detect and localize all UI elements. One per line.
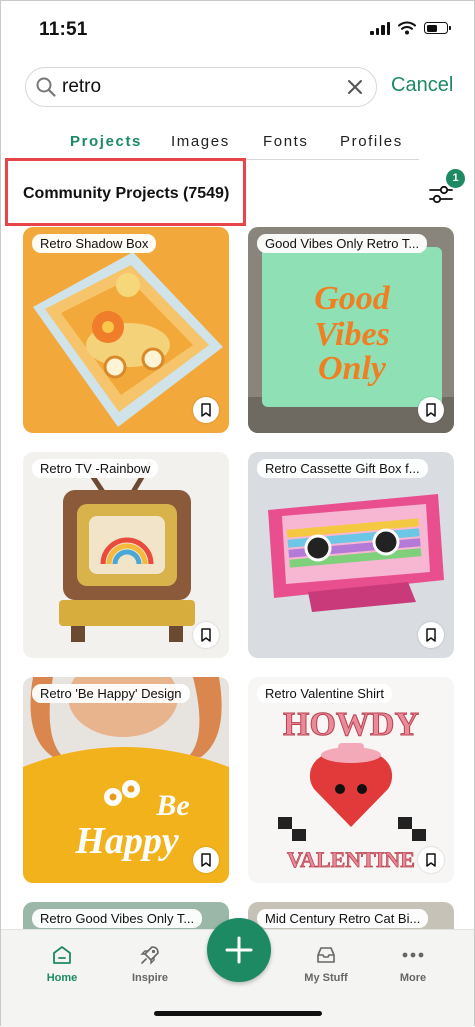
search-bar[interactable] (25, 67, 377, 107)
home-icon (53, 946, 71, 964)
nav-more[interactable]: More (378, 944, 448, 984)
nav-more-label: More (399, 972, 427, 984)
search-tabs: Projects Images Fonts Profiles (51, 125, 419, 160)
project-card[interactable]: Good Vibes Only Good Vibes Only Retro T.… (248, 227, 454, 433)
project-card[interactable]: Retro Good Vibes Only T... (23, 902, 229, 929)
project-card[interactable]: Retro TV -Rainbow (23, 452, 229, 658)
clear-search-icon[interactable] (346, 78, 364, 96)
bookmark-icon (201, 628, 211, 642)
bookmark-button[interactable] (418, 622, 444, 648)
nav-home[interactable]: Home (27, 944, 97, 984)
bookmark-button[interactable] (193, 397, 219, 423)
status-icons (370, 21, 451, 35)
svg-text:HOWDY: HOWDY (283, 706, 419, 743)
card-title: Retro Shadow Box (32, 234, 157, 253)
nav-my-stuff-label: My Stuff (304, 972, 348, 984)
bookmark-icon (426, 403, 436, 417)
nav-inspire-label: Inspire (131, 972, 169, 984)
tab-profiles[interactable]: Profiles (340, 133, 403, 150)
status-bar: 11:51 (1, 1, 474, 57)
battery-icon (424, 22, 451, 34)
bookmark-button[interactable] (418, 847, 444, 873)
home-indicator (154, 1011, 322, 1016)
project-card[interactable]: Be Happy Retro 'Be Happy' Design (23, 677, 229, 883)
filter-count-badge: 1 (446, 169, 465, 188)
cellular-signal-icon (370, 21, 390, 35)
nav-inspire[interactable]: Inspire (115, 944, 185, 984)
card-title: Retro Valentine Shirt (257, 684, 392, 703)
annotation-highlight-box (5, 158, 246, 226)
nav-my-stuff[interactable]: My Stuff (291, 944, 361, 984)
create-plus-button[interactable] (207, 918, 271, 982)
wifi-icon (398, 21, 416, 35)
card-title: Retro 'Be Happy' Design (32, 684, 190, 703)
svg-text:Vibes: Vibes (314, 316, 390, 353)
plus-icon (225, 936, 253, 964)
tab-fonts[interactable]: Fonts (263, 133, 309, 150)
rocket-icon (140, 946, 159, 965)
status-time: 11:51 (39, 19, 88, 40)
inbox-icon (317, 947, 335, 963)
bookmark-icon (426, 853, 436, 867)
card-title: Retro Good Vibes Only T... (32, 909, 203, 928)
nav-home-label: Home (46, 972, 78, 984)
bookmark-button[interactable] (418, 397, 444, 423)
card-title: Retro TV -Rainbow (32, 459, 159, 478)
bookmark-button[interactable] (193, 622, 219, 648)
svg-text:Only: Only (318, 350, 387, 387)
tab-images[interactable]: Images (171, 133, 230, 150)
bookmark-icon (426, 628, 436, 642)
tab-projects[interactable]: Projects (70, 133, 142, 150)
svg-text:Good: Good (314, 280, 391, 317)
search-input[interactable] (62, 74, 332, 100)
more-dots-icon (402, 952, 424, 958)
project-card[interactable]: Retro Shadow Box (23, 227, 229, 433)
cancel-button[interactable]: Cancel (391, 74, 453, 97)
svg-text:Happy: Happy (74, 820, 179, 862)
search-icon (36, 77, 56, 97)
card-title: Mid Century Retro Cat Bi... (257, 909, 429, 928)
project-card[interactable]: Retro Cassette Gift Box f... (248, 452, 454, 658)
card-title: Retro Cassette Gift Box f... (257, 459, 428, 478)
bookmark-button[interactable] (193, 847, 219, 873)
svg-text:VALENTINE: VALENTINE (287, 847, 415, 872)
bookmark-icon (201, 403, 211, 417)
project-card[interactable]: Mid Century Retro Cat Bi... (248, 902, 454, 929)
card-title: Good Vibes Only Retro T... (257, 234, 428, 253)
project-card[interactable]: HOWDY VALENTINE Retro Valentine Shirt (248, 677, 454, 883)
svg-text:Be: Be (155, 789, 189, 822)
bookmark-icon (201, 853, 211, 867)
